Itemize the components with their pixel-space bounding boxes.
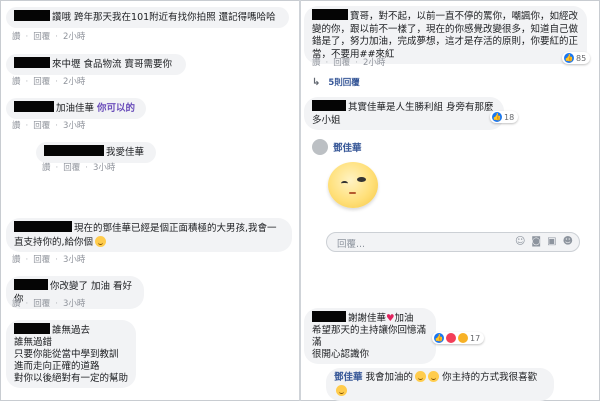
input-icons: ☺ ◙ ▣ ☻ <box>515 236 573 247</box>
redacted-name <box>312 100 346 111</box>
like-reaction-icon: 👍 <box>564 53 574 63</box>
redacted-name <box>14 101 54 112</box>
commenter-name[interactable]: 鄧佳華 <box>334 372 363 383</box>
comment-line: 謝謝佳華 <box>348 313 387 324</box>
redacted-name <box>14 10 50 21</box>
comment-text: 加油佳華 <box>56 103 95 114</box>
reply-link[interactable]: 回覆 <box>33 32 50 42</box>
comment-text: 寶哥，對不起，以前一直不停的罵你，嘲諷你，如經改變的你，跟以前不一樣了，現在的你… <box>312 11 579 60</box>
smile-emoji-icon <box>428 371 440 382</box>
comment-text: 我會加油的 <box>365 372 414 383</box>
smile-emoji-icon <box>415 371 427 382</box>
redacted-name <box>44 145 104 156</box>
reaction-count[interactable]: 👍 85 <box>562 52 591 64</box>
comment-line: 誰無過錯 <box>14 337 53 348</box>
comment-bubble: 誰無過去 誰無過錯 只要你能從當中學到教訓 進而走向正確的道路 對你以後絕對有一… <box>6 320 136 388</box>
comment-line: 加油 <box>394 313 414 324</box>
timestamp[interactable]: 3小時 <box>63 121 85 131</box>
sticker-eye-icon <box>357 177 366 182</box>
heart-emoji-icon: ♥ <box>386 313 395 324</box>
comment-actions: 讚 · 回覆 · 3小時 <box>12 121 86 131</box>
reply-link[interactable]: 回覆 <box>33 255 50 265</box>
comment-text: 我愛佳華 <box>106 147 145 158</box>
comment-actions: 讚 · 回覆 · 2小時 <box>12 77 86 87</box>
commenter-name[interactable]: 鄧佳華 <box>333 140 362 154</box>
timestamp[interactable]: 3小時 <box>63 299 85 309</box>
timestamp[interactable]: 2小時 <box>63 32 85 42</box>
comment-bubble: 鄧佳華 我會加油的 你主持的方式我很喜歡 <box>326 368 554 401</box>
gif-icon[interactable]: ▣ <box>547 236 556 247</box>
reaction-count[interactable]: 👍 18 <box>490 111 519 123</box>
timestamp[interactable]: 3小時 <box>93 163 115 173</box>
sticker-icon[interactable]: ☻ <box>563 236 573 247</box>
comment-actions: 讚 · 回覆 · 2小時 <box>12 32 86 42</box>
timestamp[interactable]: 2小時 <box>363 58 385 68</box>
comment-text: 你主持的方式我很喜歡 <box>442 372 538 383</box>
comment-bubble: 我愛佳華 <box>36 142 156 163</box>
like-link[interactable]: 讚 <box>12 255 21 265</box>
reply-placeholder: 回覆... <box>337 239 366 250</box>
like-reaction-icon: 👍 <box>434 333 444 343</box>
emoji-icon[interactable]: ☺ <box>515 236 525 247</box>
view-replies-link[interactable]: ↳ 5則回覆 <box>312 76 365 88</box>
timestamp[interactable]: 3小時 <box>63 255 85 265</box>
comment-actions: 讚 · 回覆 · 3小時 <box>12 255 86 265</box>
like-link[interactable]: 讚 <box>12 299 21 309</box>
reply-arrow-icon: ↳ <box>312 77 321 88</box>
comment-line: 希望那天的主持讓你回憶滿滿 <box>312 325 427 348</box>
comment-text: 來中壢 食品物流 寶哥需要你 <box>52 59 173 70</box>
like-reaction-icon: 👍 <box>492 112 502 122</box>
comment-bubble: 來中壢 食品物流 寶哥需要你 <box>6 54 186 75</box>
redacted-name <box>14 279 48 290</box>
reply-link[interactable]: 回覆 <box>33 121 50 131</box>
sticker-mouth-icon <box>349 192 356 194</box>
reply-link[interactable]: 回覆 <box>33 299 50 309</box>
comment-bubble: 加油佳華 你可以的 <box>6 98 146 119</box>
comment-line: 誰無過去 <box>52 325 91 336</box>
haha-reaction-icon <box>458 333 468 343</box>
reply-link[interactable]: 回覆 <box>333 58 350 68</box>
reply-link[interactable]: 回覆 <box>63 163 80 173</box>
comment-bubble: 其實佳華是人生勝利組 身旁有那麼多小姐 <box>304 97 504 130</box>
redacted-name <box>312 9 348 20</box>
comment-actions: 讚 · 回覆 · 3小時 <box>42 163 116 173</box>
redacted-name <box>312 311 346 322</box>
reply-input[interactable]: 回覆... ☺ ◙ ▣ ☻ <box>326 232 580 252</box>
comment-bubble: 讚哦 跨年那天我在101附近有找你拍照 還記得嗎哈哈 <box>6 7 289 28</box>
thumbs-up-emoji-icon <box>95 235 107 247</box>
like-link[interactable]: 讚 <box>12 77 21 87</box>
reply-link[interactable]: 回覆 <box>33 77 50 87</box>
like-link[interactable]: 讚 <box>42 163 51 173</box>
comment-line: 只要你能從當中學到教訓 <box>14 349 119 360</box>
comment-line: 對你以後絕對有一定的幫助 <box>14 373 129 384</box>
smile-emoji-icon <box>336 384 347 396</box>
comment-bubble: 現在的鄧佳華已經是個正面積極的大男孩,我會一直支持你的,給你個 <box>6 218 292 252</box>
redacted-name <box>14 221 72 232</box>
avatar[interactable] <box>312 139 328 155</box>
sticker-eye-icon <box>341 181 348 186</box>
heart-reaction-icon <box>446 333 456 343</box>
like-link[interactable]: 讚 <box>12 32 21 42</box>
redacted-name <box>14 323 50 334</box>
column-divider <box>299 0 301 401</box>
like-link[interactable]: 讚 <box>12 121 21 131</box>
tagged-text[interactable]: 你可以的 <box>97 103 135 114</box>
comment-actions: 讚 · 回覆 · 2小時 <box>312 58 386 68</box>
comment-text: 讚哦 跨年那天我在101附近有找你拍照 還記得嗎哈哈 <box>52 12 276 23</box>
wink-sticker <box>328 162 378 208</box>
timestamp[interactable]: 2小時 <box>63 77 85 87</box>
redacted-name <box>14 57 50 68</box>
comment-line: 進而走向正確的道路 <box>14 361 100 372</box>
comment-actions: 讚 · 回覆 · 3小時 <box>12 299 86 309</box>
comment-line: 很開心認識你 <box>312 349 370 360</box>
reaction-count[interactable]: 👍 17 <box>432 332 485 344</box>
comment-bubble: 謝謝佳華♥加油 希望那天的主持讓你回憶滿滿 很開心認識你 <box>304 308 436 364</box>
like-link[interactable]: 讚 <box>312 58 321 68</box>
camera-icon[interactable]: ◙ <box>531 236 541 247</box>
